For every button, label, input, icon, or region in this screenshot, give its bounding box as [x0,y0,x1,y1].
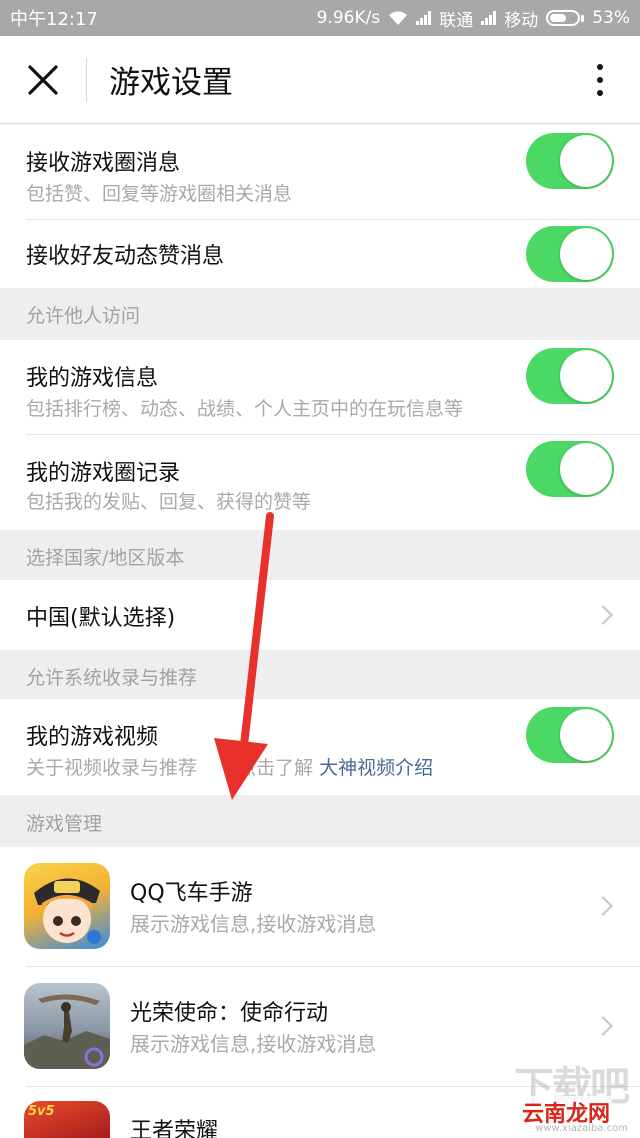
section-header: 游戏管理 [0,795,640,847]
game-item-qq-speed[interactable]: QQ飞车手游 展示游戏信息,接收游戏消息 [0,847,640,967]
friend-like-msg-toggle[interactable] [526,226,614,282]
close-button[interactable] [0,36,86,124]
section-label: 允许他人访问 [26,305,141,327]
signal-icon [481,11,497,25]
carrier-2: 移动 [504,10,539,31]
glorious-mission-icon [24,983,110,1069]
setting-subtitle: 关于视频收录与推荐 点击了解 大神视频介绍 [26,753,433,780]
region-label: 中国(默认选择) [26,606,176,631]
game-circle-msg-toggle[interactable] [526,133,614,189]
setting-title: 我的游戏视频 [26,725,159,750]
battery-percent: 53% [592,8,630,28]
watermark: 下载吧 云南龙网 www.xiazaiba.com [502,1054,632,1134]
more-vertical-icon [597,63,603,70]
game-badge: 5v5 [28,1104,55,1119]
status-bar: 中午12:17 9.96K/s 联通 移动 53% [0,0,640,36]
setting-title: 我的游戏信息 [26,366,159,391]
my-circle-record-toggle[interactable] [526,441,614,497]
section-label: 允许系统收录与推荐 [26,667,198,689]
qq-speed-icon [24,863,110,949]
my-game-video-toggle[interactable] [526,707,614,763]
setting-row-my-game-info: 我的游戏信息 包括排行榜、动态、战绩、个人主页中的在玩信息等 [0,340,640,435]
setting-row-my-game-video: 我的游戏视频 关于视频收录与推荐 点击了解 大神视频介绍 [0,699,640,795]
header-divider [86,57,87,102]
section-header: 允许系统收录与推荐 [0,650,640,699]
game-name: 光荣使命：使命行动 [130,1001,329,1026]
setting-title: 接收游戏圈消息 [26,151,181,176]
section-header: 允许他人访问 [0,288,640,340]
video-intro-link[interactable]: 大神视频介绍 [319,757,433,779]
game-desc: 展示游戏信息,接收游戏消息 [130,1032,377,1056]
section-label: 选择国家/地区版本 [26,547,185,569]
setting-row-game-circle-msg: 接收游戏圈消息 包括赞、回复等游戏圈相关消息 [0,125,640,220]
chevron-right-icon [593,605,613,625]
chevron-right-icon [593,896,613,916]
setting-title: 我的游戏圈记录 [26,461,181,486]
carrier-1: 联通 [439,10,474,31]
setting-subtitle: 包括排行榜、动态、战绩、个人主页中的在玩信息等 [26,398,464,420]
setting-subtitle: 包括赞、回复等游戏圈相关消息 [26,183,293,205]
net-speed: 9.96K/s [316,8,381,28]
video-subtitle-mid: 点击了解 [237,757,314,779]
battery-icon [546,10,585,26]
header: 游戏设置 [0,36,640,124]
region-select-row[interactable]: 中国(默认选择) [0,580,640,650]
signal-icon [416,11,432,25]
game-name: QQ飞车手游 [130,881,253,906]
section-label: 游戏管理 [26,813,103,835]
status-time: 中午12:17 [10,9,98,30]
chevron-right-icon [593,1016,613,1036]
video-subtitle-prefix: 关于视频收录与推荐 [26,757,198,779]
setting-subtitle: 包括我的发贴、回复、获得的赞等 [26,491,312,513]
page-title: 游戏设置 [109,65,233,101]
close-icon [28,64,58,95]
wifi-icon [389,11,408,25]
honor-of-kings-icon: 5v5 [24,1101,110,1138]
setting-row-friend-like-msg: 接收好友动态赞消息 [0,220,640,288]
my-game-info-toggle[interactable] [526,348,614,404]
game-name: 王者荣耀 [130,1119,219,1138]
setting-title: 接收好友动态赞消息 [26,244,225,269]
setting-row-my-circle-record: 我的游戏圈记录 包括我的发贴、回复、获得的赞等 [0,435,640,530]
section-header: 选择国家/地区版本 [0,530,640,580]
game-desc: 展示游戏信息,接收游戏消息 [130,912,377,936]
watermark-url: www.xiazaiba.com [535,1123,628,1134]
more-button[interactable] [560,36,640,124]
